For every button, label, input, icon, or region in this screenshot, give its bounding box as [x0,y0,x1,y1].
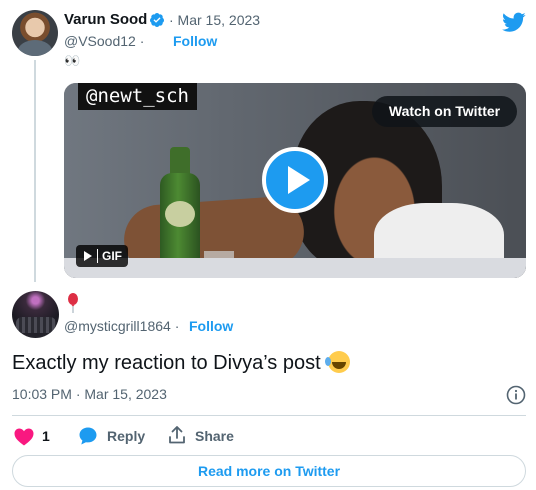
gif-table [64,258,526,278]
heart-icon[interactable] [14,428,34,446]
twitter-bird-icon[interactable] [502,12,526,33]
like-count[interactable]: 1 [42,428,50,444]
reply-text: Exactly my reaction to Divya’s post [12,352,321,374]
share-button-label[interactable]: Share [195,428,234,444]
watch-on-twitter-button[interactable]: Watch on Twitter [372,96,517,127]
follow-reply-author-link[interactable]: Follow [189,318,233,334]
reply-author-handle[interactable]: @mysticgrill1864 · [64,318,179,334]
balloon-icon [68,293,78,313]
follow-author-link[interactable]: Follow [173,33,217,49]
gif-bottle-label [165,201,195,227]
author-avatar[interactable] [12,10,58,56]
reply-author-avatar[interactable] [12,291,59,338]
gif-badge-label: GIF [102,249,122,263]
play-icon [288,166,310,194]
divider [12,415,526,416]
rolling-laughing-emoji-icon [325,351,351,373]
reply-timestamp[interactable]: 10:03 PM · Mar 15, 2023 [12,386,167,402]
reply-bubble-icon[interactable] [78,426,98,446]
thread-connector-line [34,60,36,282]
reply-button-label[interactable]: Reply [107,428,145,444]
read-more-on-twitter-button[interactable]: Read more on Twitter [12,455,526,487]
share-icon[interactable] [167,425,187,445]
tweet-date[interactable]: · Mar 15, 2023 [169,12,260,28]
author-handle[interactable]: @VSood12 · [64,33,144,49]
tweet-text: 👀 [64,53,80,68]
reply-text-container: Exactly my reaction to Divya’s post [12,351,351,375]
author-name[interactable]: Varun Sood [64,11,147,28]
gif-watermark: @newt_sch [78,83,197,110]
verified-badge-icon [149,13,164,27]
play-button[interactable] [262,147,328,213]
gif-play-icon [84,251,92,261]
info-icon[interactable] [506,385,526,405]
gif-badge[interactable]: GIF [76,245,128,267]
gif-media[interactable]: @newt_sch Watch on Twitter GIF [64,83,526,278]
gif-badge-separator [97,249,98,263]
